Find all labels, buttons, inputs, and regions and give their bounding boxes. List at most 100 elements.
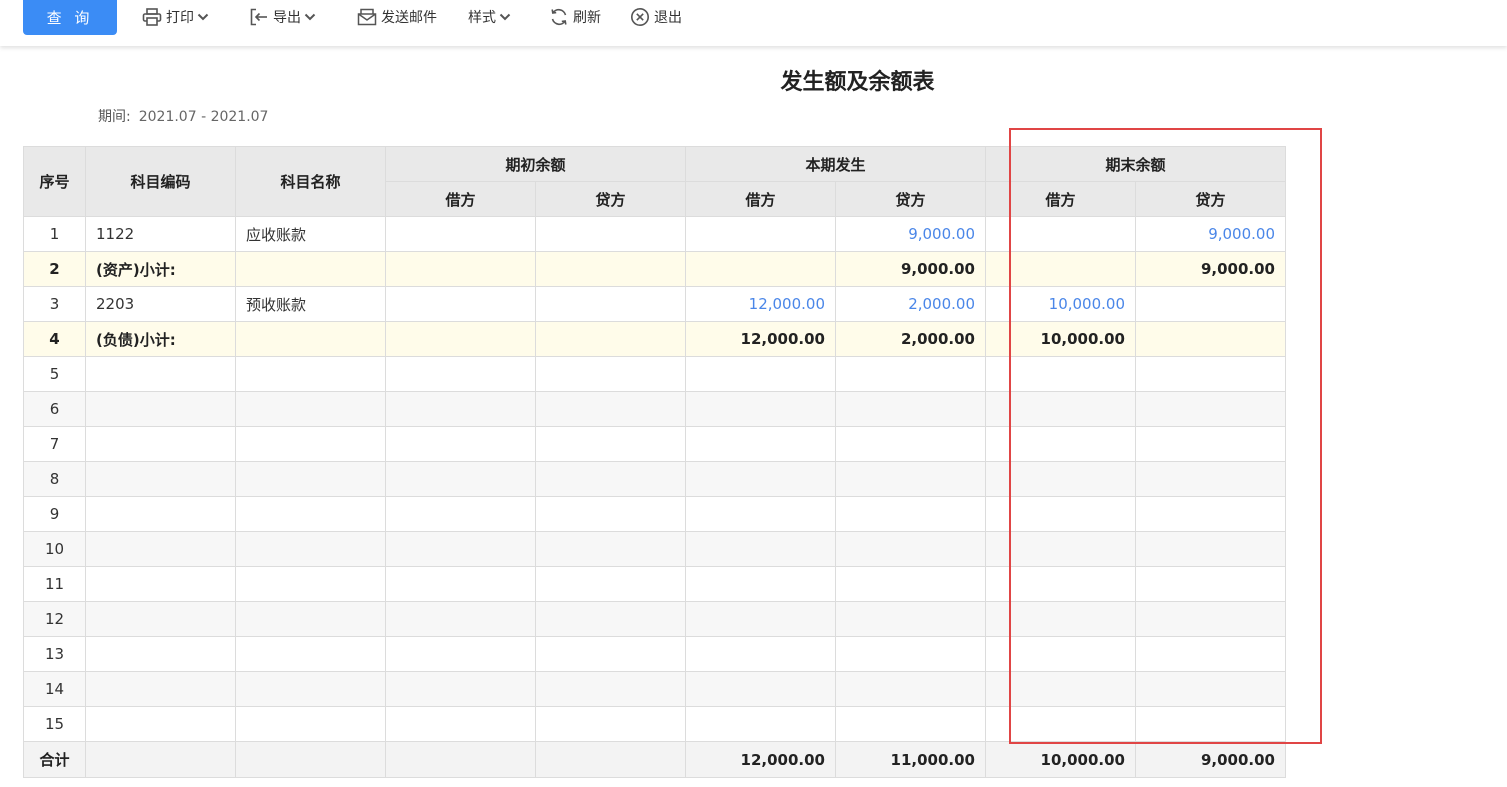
exit-button[interactable]: 退出: [630, 0, 682, 34]
table-row[interactable]: 9: [23, 496, 1286, 532]
total-cell: [535, 741, 686, 778]
subtotal-row[interactable]: 2 (资产)小计: 9,000.00 9,000.00: [23, 251, 1286, 287]
cell-opening-debit: [385, 286, 536, 322]
table-row[interactable]: 12: [23, 601, 1286, 637]
cell-closing-debit: [985, 251, 1136, 287]
cell-closing-credit: [1135, 426, 1286, 462]
cell-current-debit: [685, 601, 836, 637]
style-button[interactable]: 样式: [468, 0, 511, 34]
total-row: 合计 12,000.00 11,000.00 10,000.00 9,000.0…: [23, 741, 1286, 778]
cell-name: [235, 706, 386, 742]
cell-closing-debit: 10,000.00: [985, 286, 1136, 322]
table-row[interactable]: 11: [23, 566, 1286, 602]
table-row[interactable]: 13: [23, 636, 1286, 672]
cell-code: [85, 356, 236, 392]
cell-seq: 4: [23, 321, 86, 357]
cell-name: [235, 671, 386, 707]
total-closing-credit: 9,000.00: [1135, 741, 1286, 778]
cell-current-debit: [685, 356, 836, 392]
cell-closing-debit: [985, 636, 1136, 672]
cell-closing-credit: [1135, 671, 1286, 707]
cell-current-credit: [835, 566, 986, 602]
cell-current-debit: [685, 636, 836, 672]
cell-code: [85, 426, 236, 462]
cell-current-debit: [685, 496, 836, 532]
cell-name: [235, 391, 386, 427]
chevron-down-icon: [304, 13, 316, 21]
refresh-button[interactable]: 刷新: [549, 0, 601, 34]
cell-seq: 13: [23, 636, 86, 672]
cell-closing-credit: [1135, 566, 1286, 602]
cell-current-credit: [835, 496, 986, 532]
cell-current-credit: [835, 671, 986, 707]
cell-current-credit: 2,000.00: [835, 286, 986, 322]
cell-current-credit: 9,000.00: [835, 251, 986, 287]
table-row[interactable]: 7: [23, 426, 1286, 462]
cell-name: [235, 566, 386, 602]
cell-code: [85, 706, 236, 742]
table-row[interactable]: 1 1122 应收账款 9,000.00 9,000.00: [23, 216, 1286, 252]
cell-opening-debit: [385, 251, 536, 287]
cell-current-debit: [685, 426, 836, 462]
cell-code: [85, 566, 236, 602]
table-row[interactable]: 8: [23, 461, 1286, 497]
cell-opening-debit: [385, 636, 536, 672]
total-cell: [235, 741, 386, 778]
cell-opening-debit: [385, 531, 536, 567]
cell-code: [85, 461, 236, 497]
cell-opening-debit: [385, 426, 536, 462]
cell-seq: 10: [23, 531, 86, 567]
cell-current-credit: [835, 461, 986, 497]
cell-closing-debit: [985, 531, 1136, 567]
cell-closing-debit: [985, 671, 1136, 707]
cell-seq: 5: [23, 356, 86, 392]
refresh-label: 刷新: [573, 10, 601, 26]
period-info: 期间: 2021.07 - 2021.07: [98, 106, 268, 126]
total-current-debit: 12,000.00: [685, 741, 836, 778]
cell-opening-credit: [535, 251, 686, 287]
header-current-credit: 贷方: [835, 181, 986, 217]
cell-closing-credit: [1135, 531, 1286, 567]
cell-code: [85, 601, 236, 637]
print-label: 打印: [166, 10, 194, 26]
cell-name: [235, 601, 386, 637]
cell-seq: 3: [23, 286, 86, 322]
cell-seq: 15: [23, 706, 86, 742]
cell-current-credit: [835, 706, 986, 742]
table-row[interactable]: 10: [23, 531, 1286, 567]
cell-closing-debit: [985, 216, 1136, 252]
cell-name: [235, 531, 386, 567]
total-cell: [385, 741, 536, 778]
subtotal-row[interactable]: 4 (负债)小计: 12,000.00 2,000.00 10,000.00: [23, 321, 1286, 357]
total-label: 合计: [23, 741, 86, 778]
table-row[interactable]: 15: [23, 706, 1286, 742]
cell-closing-debit: [985, 391, 1136, 427]
cell-name: [235, 321, 386, 357]
table-row[interactable]: 14: [23, 671, 1286, 707]
cell-opening-credit: [535, 531, 686, 567]
send-email-button[interactable]: 发送邮件: [357, 0, 437, 34]
cell-current-credit: [835, 426, 986, 462]
envelope-icon: [357, 8, 377, 26]
header-closing-debit: 借方: [985, 181, 1136, 217]
query-button[interactable]: 查 询: [23, 0, 117, 35]
print-button[interactable]: 打印: [142, 0, 209, 34]
header-current-debit: 借方: [685, 181, 836, 217]
cell-code: [85, 671, 236, 707]
send-email-label: 发送邮件: [381, 10, 437, 26]
cell-current-debit: [685, 671, 836, 707]
export-button[interactable]: 导出: [250, 0, 316, 34]
header-opening-balance: 期初余额: [385, 146, 686, 182]
table-row[interactable]: 6: [23, 391, 1286, 427]
cell-seq: 1: [23, 216, 86, 252]
table-row[interactable]: 5: [23, 356, 1286, 392]
cell-current-debit: [685, 461, 836, 497]
cell-name: [235, 426, 386, 462]
cell-opening-debit: [385, 391, 536, 427]
table-row[interactable]: 3 2203 预收账款 12,000.00 2,000.00 10,000.00: [23, 286, 1286, 322]
cell-seq: 7: [23, 426, 86, 462]
cell-name: 应收账款: [235, 216, 386, 252]
cell-code: 1122: [85, 216, 236, 252]
cell-name: [235, 461, 386, 497]
cell-current-credit: 2,000.00: [835, 321, 986, 357]
